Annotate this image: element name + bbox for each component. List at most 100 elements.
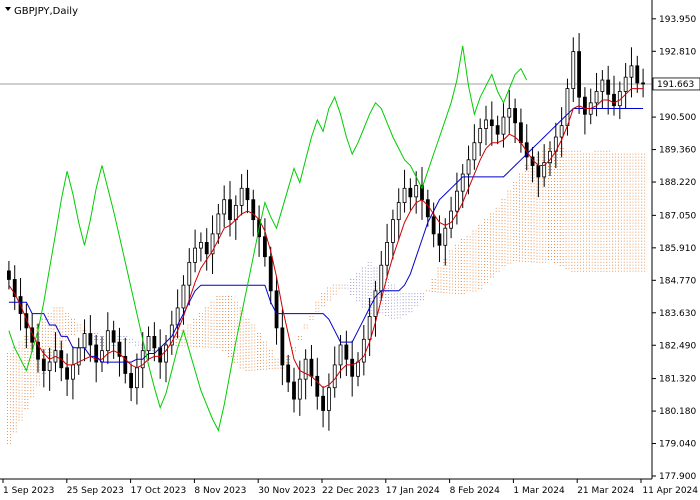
current-price-label: 191.663 bbox=[657, 80, 694, 90]
candle-body bbox=[391, 219, 395, 243]
candle-body bbox=[327, 387, 331, 411]
time-tick-label: 1 Sep 2023 bbox=[3, 486, 54, 496]
candle-body bbox=[88, 333, 93, 346]
time-tick-label: 11 Apr 2024 bbox=[642, 486, 698, 496]
candle-body bbox=[408, 187, 413, 198]
candle-body bbox=[204, 242, 209, 255]
candle-body bbox=[513, 108, 517, 124]
price-tick-label: 180.180 bbox=[659, 407, 696, 417]
price-tick-label: 188.220 bbox=[659, 178, 696, 188]
price-tick-label: 184.770 bbox=[659, 276, 696, 286]
candle-body bbox=[449, 210, 453, 229]
chart-title[interactable]: GBPJPY,Daily bbox=[5, 6, 78, 17]
candle-body bbox=[437, 233, 442, 246]
candle-body bbox=[455, 190, 459, 212]
candle-body bbox=[7, 270, 11, 280]
candle-body bbox=[600, 79, 605, 92]
price-tick-label: 193.950 bbox=[659, 15, 696, 25]
candle-body bbox=[484, 119, 488, 129]
candle-body bbox=[228, 199, 232, 221]
candle-body bbox=[292, 381, 296, 400]
candle-body bbox=[47, 361, 52, 372]
candle-body bbox=[635, 65, 640, 84]
candle-body bbox=[536, 165, 541, 178]
candle-body bbox=[344, 344, 349, 360]
chart-canvas[interactable]: 193.950 192.810 190.500 189.360 188.220 187.0… bbox=[0, 0, 700, 500]
candle-body bbox=[577, 51, 581, 98]
candle-body bbox=[606, 79, 611, 95]
candle-body bbox=[332, 364, 337, 389]
candle-body bbox=[181, 284, 186, 309]
candle-body bbox=[146, 336, 151, 352]
candle-body bbox=[356, 361, 360, 377]
candle-body bbox=[71, 364, 75, 380]
candle-body bbox=[472, 142, 477, 161]
candle-body bbox=[612, 93, 616, 107]
candle-body bbox=[303, 358, 308, 380]
chart-window[interactable]: 193.950 192.810 190.500 189.360 188.220 187.0… bbox=[0, 0, 700, 500]
candle-body bbox=[495, 125, 500, 135]
candle-body bbox=[367, 316, 372, 340]
candle-body bbox=[199, 242, 203, 249]
candle-body bbox=[263, 236, 267, 258]
candle-body bbox=[507, 108, 512, 118]
candle-body bbox=[641, 82, 645, 85]
candle-body bbox=[385, 242, 389, 266]
candle-body bbox=[268, 256, 273, 292]
candle-body bbox=[100, 350, 104, 363]
candle-body bbox=[489, 119, 494, 127]
symbol-timeframe-label: GBPJPY,Daily bbox=[14, 6, 78, 17]
candle-body bbox=[414, 185, 419, 198]
candle-body bbox=[274, 290, 279, 329]
candle-body bbox=[338, 344, 343, 366]
candle-body bbox=[251, 199, 256, 221]
candle-body bbox=[309, 358, 314, 377]
candle-body bbox=[321, 395, 325, 411]
time-tick-label: 22 Dec 2023 bbox=[322, 486, 380, 496]
price-tick-label: 190.500 bbox=[659, 113, 696, 123]
time-tick-label: 25 Sep 2023 bbox=[67, 486, 124, 496]
candle-body bbox=[629, 65, 634, 78]
candle-body bbox=[105, 330, 110, 352]
candle-body bbox=[187, 261, 192, 286]
candle-body bbox=[280, 327, 285, 366]
price-tick-label: 179.040 bbox=[659, 440, 696, 450]
candle-body bbox=[135, 367, 139, 389]
price-tick-label: 182.490 bbox=[659, 341, 696, 351]
candle-body bbox=[286, 364, 291, 383]
candle-body bbox=[501, 116, 506, 135]
candle-body bbox=[478, 128, 483, 144]
time-tick-label: 17 Jan 2024 bbox=[386, 486, 440, 496]
candle-body bbox=[431, 216, 436, 235]
candle-body bbox=[583, 96, 587, 115]
time-tick-label: 1 Mar 2024 bbox=[513, 486, 565, 496]
price-tick-label: 181.320 bbox=[659, 375, 696, 385]
candle-body bbox=[193, 247, 197, 263]
candle-body bbox=[233, 204, 238, 221]
candle-body bbox=[571, 51, 576, 90]
time-tick-label: 8 Nov 2023 bbox=[194, 486, 246, 496]
current-price-tag: 191.663 bbox=[652, 77, 700, 91]
candle-body bbox=[373, 290, 378, 317]
candle-body bbox=[623, 76, 628, 92]
candle-body bbox=[65, 367, 69, 380]
price-tick-label: 187.050 bbox=[659, 211, 696, 221]
candle-body bbox=[396, 202, 401, 221]
candle-body bbox=[164, 344, 168, 363]
candle-body bbox=[565, 88, 570, 127]
candle-body bbox=[379, 264, 384, 292]
candle-body bbox=[402, 187, 407, 203]
price-tick-label: 192.810 bbox=[659, 47, 696, 57]
candle-body bbox=[315, 375, 320, 397]
candle-body bbox=[152, 336, 157, 349]
candle-body bbox=[361, 338, 366, 363]
time-tick-label: 21 Mar 2024 bbox=[577, 486, 634, 496]
time-tick-label: 30 Nov 2023 bbox=[258, 486, 316, 496]
candle-body bbox=[297, 378, 302, 400]
candle-body bbox=[222, 199, 227, 215]
candle-body bbox=[559, 125, 564, 138]
candle-body bbox=[82, 333, 87, 349]
candle-body bbox=[350, 358, 355, 377]
time-tick-label: 17 Oct 2023 bbox=[131, 486, 187, 496]
candle-body bbox=[594, 91, 599, 104]
